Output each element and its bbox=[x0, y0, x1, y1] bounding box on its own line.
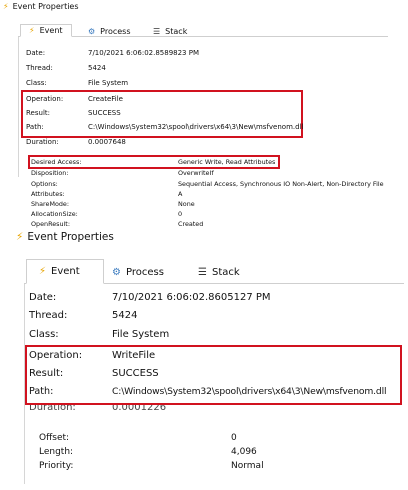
label-disposition: Disposition: bbox=[31, 169, 69, 177]
value-thread: 5424 bbox=[88, 64, 106, 72]
value-date: 7/10/2021 6:06:02.8589823 PM bbox=[88, 49, 199, 57]
window-title: Event Properties bbox=[12, 2, 79, 11]
tab-stack[interactable]: ☰ Stack bbox=[153, 26, 203, 37]
value-class: File System bbox=[88, 79, 129, 87]
highlight-box-operation-overlay bbox=[25, 345, 402, 405]
window-title-bar: ⚡ Event Properties bbox=[3, 2, 79, 11]
tab-label: Event bbox=[51, 266, 80, 277]
value-desired-access: Generic Write, Read Attributes bbox=[178, 158, 276, 166]
value-sharemode: None bbox=[178, 200, 195, 208]
label-date: Date: bbox=[29, 292, 57, 303]
value-length: 4,096 bbox=[231, 447, 257, 457]
label-openresult: OpenResult: bbox=[31, 220, 70, 228]
panel-border bbox=[18, 37, 19, 177]
stack-icon: ☰ bbox=[198, 266, 207, 278]
gear-icon: ⚙ bbox=[112, 266, 121, 278]
window-title: Event Properties bbox=[27, 231, 114, 243]
label-allocationsize: AllocationSize: bbox=[31, 210, 78, 218]
value-offset: 0 bbox=[231, 433, 237, 443]
label-path: Path: bbox=[26, 123, 44, 131]
tab-stack[interactable]: ☰ Stack bbox=[198, 263, 258, 281]
label-thread: Thread: bbox=[29, 310, 68, 321]
value-date: 7/10/2021 6:06:02.8605127 PM bbox=[112, 292, 271, 303]
lightning-icon: ⚡ bbox=[16, 231, 24, 243]
tab-label: Event bbox=[39, 26, 63, 35]
value-operation: CreateFile bbox=[88, 95, 123, 103]
value-result: SUCCESS bbox=[88, 109, 121, 117]
tab-label: Process bbox=[125, 266, 164, 278]
value-allocationsize: 0 bbox=[178, 210, 183, 218]
value-disposition: OverwriteIf bbox=[178, 169, 214, 177]
label-result: Result: bbox=[26, 109, 50, 117]
value-thread: 5424 bbox=[112, 310, 138, 321]
tab-label: Process bbox=[100, 27, 131, 36]
tab-event[interactable]: ⚡ Event bbox=[20, 24, 72, 37]
label-duration: Duration: bbox=[26, 138, 59, 146]
value-openresult: Created bbox=[178, 220, 204, 228]
value-class: File System bbox=[112, 329, 170, 340]
tab-event[interactable]: ⚡ Event bbox=[26, 259, 104, 284]
label-offset: Offset: bbox=[39, 433, 70, 443]
tab-label: Stack bbox=[165, 27, 188, 36]
tab-bar bbox=[18, 36, 388, 37]
tab-label: Stack bbox=[211, 266, 240, 278]
label-sharemode: ShareMode: bbox=[31, 200, 70, 208]
label-length: Length: bbox=[39, 447, 74, 457]
lightning-icon: ⚡ bbox=[39, 266, 47, 277]
value-priority: Normal bbox=[231, 461, 264, 471]
value-duration: 0.0007648 bbox=[88, 138, 126, 146]
tab-process[interactable]: ⚙ Process bbox=[88, 26, 148, 37]
label-date: Date: bbox=[26, 49, 46, 57]
label-class: Class: bbox=[26, 79, 47, 87]
value-attributes: A bbox=[178, 190, 183, 198]
value-path: C:\Windows\System32\spool\drivers\x64\3\… bbox=[88, 123, 304, 131]
label-desired-access: Desired Access: bbox=[31, 158, 82, 166]
label-options: Options: bbox=[31, 180, 58, 188]
label-class: Class: bbox=[29, 329, 59, 340]
label-operation: Operation: bbox=[26, 95, 64, 103]
label-attributes: Attributes: bbox=[31, 190, 65, 198]
label-priority: Priority: bbox=[39, 461, 74, 471]
label-thread: Thread: bbox=[26, 64, 53, 72]
gear-icon: ⚙ bbox=[88, 27, 96, 36]
lightning-icon: ⚡ bbox=[29, 26, 35, 35]
stack-icon: ☰ bbox=[153, 27, 161, 36]
value-options: Sequential Access, Synchronous IO Non-Al… bbox=[178, 180, 384, 188]
window-title-bar: ⚡ Event Properties bbox=[16, 231, 114, 243]
lightning-icon: ⚡ bbox=[3, 2, 9, 11]
tab-process[interactable]: ⚙ Process bbox=[112, 263, 188, 281]
